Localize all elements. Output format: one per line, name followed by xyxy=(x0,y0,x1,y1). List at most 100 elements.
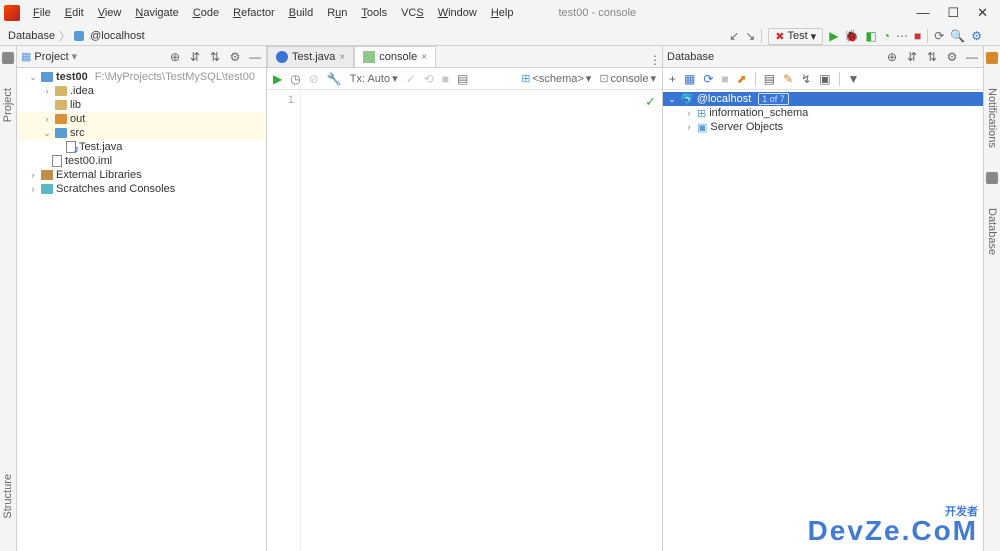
db-select-icon[interactable]: ⊕ xyxy=(885,50,899,64)
menu-help[interactable]: Help xyxy=(486,5,519,21)
stop-button[interactable]: ■ xyxy=(442,72,449,86)
db-hide-icon[interactable]: — xyxy=(965,50,979,64)
undo-button[interactable]: ⟲ xyxy=(424,72,434,86)
breadcrumb-sep: 〉 xyxy=(59,28,70,44)
tree-test-java[interactable]: Test.java xyxy=(17,140,266,154)
view-button[interactable]: ▤ xyxy=(457,72,468,86)
panel-settings-icon[interactable]: ⚙ xyxy=(228,50,242,64)
notifications-icon[interactable] xyxy=(986,52,998,64)
close-button[interactable]: ✕ xyxy=(977,5,988,21)
stop-button[interactable]: ■ xyxy=(914,29,921,43)
tree-idea[interactable]: ›.idea xyxy=(17,84,266,98)
structure-tool-tab[interactable]: Structure xyxy=(2,470,14,523)
menu-window[interactable]: Window xyxy=(433,5,482,21)
editor-area[interactable]: ✓ xyxy=(301,90,662,551)
menu-navigate[interactable]: Navigate xyxy=(130,5,183,21)
edit-button[interactable]: ✎ xyxy=(783,72,793,86)
tree-lib[interactable]: lib xyxy=(17,98,266,112)
datasource-icon xyxy=(74,31,84,41)
vcs-update-button[interactable]: ⟳ xyxy=(934,29,944,43)
session-dropdown[interactable]: ⊡console▾ xyxy=(599,72,656,85)
close-tab-icon[interactable]: × xyxy=(421,52,427,63)
breadcrumb-host[interactable]: @localhost xyxy=(90,30,145,42)
java-file-icon xyxy=(66,141,76,153)
refresh-button[interactable]: ⟳ xyxy=(703,72,713,86)
tree-root[interactable]: ⌄test00F:\MyProjects\TestMySQL\test00 xyxy=(17,70,266,84)
top-right-toolbar: ↙ ↘ ✖Test▾ ▶ 🐞 ◧ ◔ ⋯ ■ ⟳ 🔍 ⚙ xyxy=(729,26,982,46)
forward-button[interactable]: ↘ xyxy=(745,29,755,43)
tab-test-java[interactable]: Test.java× xyxy=(267,46,354,67)
scratches-icon xyxy=(41,184,53,194)
menu-build[interactable]: Build xyxy=(284,5,318,21)
hide-panel-icon[interactable]: — xyxy=(248,50,262,64)
right-gutter: Notifications Database xyxy=(983,46,1000,551)
tab-console[interactable]: console× xyxy=(354,46,436,67)
menu-vcs[interactable]: VCS xyxy=(396,5,429,21)
filter-button[interactable]: ▼ xyxy=(848,72,860,86)
project-tool-tab[interactable]: Project xyxy=(2,84,14,126)
settings-button[interactable]: ⚙ xyxy=(971,29,982,43)
rollback-button[interactable]: ⊘ xyxy=(309,72,319,86)
back-button[interactable]: ↙ xyxy=(729,29,739,43)
attach-button[interactable]: ⋯ xyxy=(896,29,908,43)
stop-button[interactable]: ■ xyxy=(721,72,728,86)
db-server-objects-row[interactable]: ›▣Server Objects xyxy=(663,120,983,134)
project-tool-icon[interactable] xyxy=(2,52,14,64)
profile-button[interactable]: ◔ xyxy=(883,29,890,43)
menu-run[interactable]: Run xyxy=(322,5,352,21)
tx-mode-dropdown[interactable]: Tx: Auto▾ xyxy=(350,72,398,85)
tree-out[interactable]: ›out xyxy=(17,112,266,126)
db-host-row[interactable]: ⌄🐬@localhost1 of 7 xyxy=(663,92,983,106)
editor-panel: Test.java× console× ⋮ ▶ ◷ ⊘ 🔧 Tx: Auto▾ … xyxy=(267,46,663,551)
database-tree: ⌄🐬@localhost1 of 7 ›⊞information_schema … xyxy=(663,90,983,136)
db-collapse-icon[interactable]: ⇅ xyxy=(925,50,939,64)
analysis-ok-icon[interactable]: ✓ xyxy=(645,94,656,110)
select-opened-icon[interactable]: ⊕ xyxy=(168,50,182,64)
project-panel-title: Project xyxy=(34,51,68,63)
add-datasource-button[interactable]: + xyxy=(669,72,676,86)
tree-src[interactable]: ⌄src xyxy=(17,126,266,140)
line-gutter: 1 xyxy=(267,90,301,551)
maximize-button[interactable]: ☐ xyxy=(947,5,959,21)
run-config-selector[interactable]: ✖Test▾ xyxy=(768,28,823,45)
close-tab-icon[interactable]: × xyxy=(339,52,345,63)
tree-iml[interactable]: test00.iml xyxy=(17,154,266,168)
breadcrumb-root[interactable]: Database xyxy=(8,30,55,42)
minimize-button[interactable]: — xyxy=(916,5,929,21)
console-button[interactable]: ▣ xyxy=(819,72,830,86)
tree-scratches[interactable]: ›Scratches and Consoles xyxy=(17,182,266,196)
notifications-tool-tab[interactable]: Notifications xyxy=(986,84,998,152)
database-panel-title: Database xyxy=(667,51,714,63)
tree-ext-lib[interactable]: ›External Libraries xyxy=(17,168,266,182)
menu-file[interactable]: File xyxy=(28,5,56,21)
schema-dropdown[interactable]: ⊞<schema>▾ xyxy=(521,72,591,85)
commit-button[interactable]: 🔧 xyxy=(327,72,342,86)
execute-button[interactable]: ▶ xyxy=(273,72,282,86)
db-expand-icon[interactable]: ⇵ xyxy=(905,50,919,64)
menu-edit[interactable]: Edit xyxy=(60,5,89,21)
run-button[interactable]: ▶ xyxy=(829,29,838,43)
main-menu: File Edit View Navigate Code Refactor Bu… xyxy=(28,5,518,21)
menu-code[interactable]: Code xyxy=(188,5,224,21)
menu-tools[interactable]: Tools xyxy=(356,5,392,21)
diagram-button[interactable]: ↯ xyxy=(801,72,811,86)
expand-all-icon[interactable]: ⇵ xyxy=(188,50,202,64)
duplicate-button[interactable]: ▦ xyxy=(684,72,695,86)
collapse-all-icon[interactable]: ⇅ xyxy=(208,50,222,64)
database-tool-tab[interactable]: Database xyxy=(986,204,998,259)
jump-button[interactable]: ⬈ xyxy=(737,72,747,86)
debug-button[interactable]: 🐞 xyxy=(844,29,859,43)
tab-list-icon[interactable]: ⋮ xyxy=(648,53,662,67)
separator xyxy=(927,29,928,43)
check-button[interactable]: ✓ xyxy=(406,72,416,86)
history-button[interactable]: ◷ xyxy=(290,72,300,86)
database-tool-icon[interactable] xyxy=(986,172,998,184)
db-settings-icon[interactable]: ⚙ xyxy=(945,50,959,64)
table-button[interactable]: ▤ xyxy=(764,72,775,86)
project-tree: ⌄test00F:\MyProjects\TestMySQL\test00 ›.… xyxy=(17,68,266,198)
search-button[interactable]: 🔍 xyxy=(950,29,965,43)
coverage-button[interactable]: ◧ xyxy=(865,29,876,43)
menu-view[interactable]: View xyxy=(93,5,127,21)
db-info-schema-row[interactable]: ›⊞information_schema xyxy=(663,106,983,120)
menu-refactor[interactable]: Refactor xyxy=(228,5,280,21)
